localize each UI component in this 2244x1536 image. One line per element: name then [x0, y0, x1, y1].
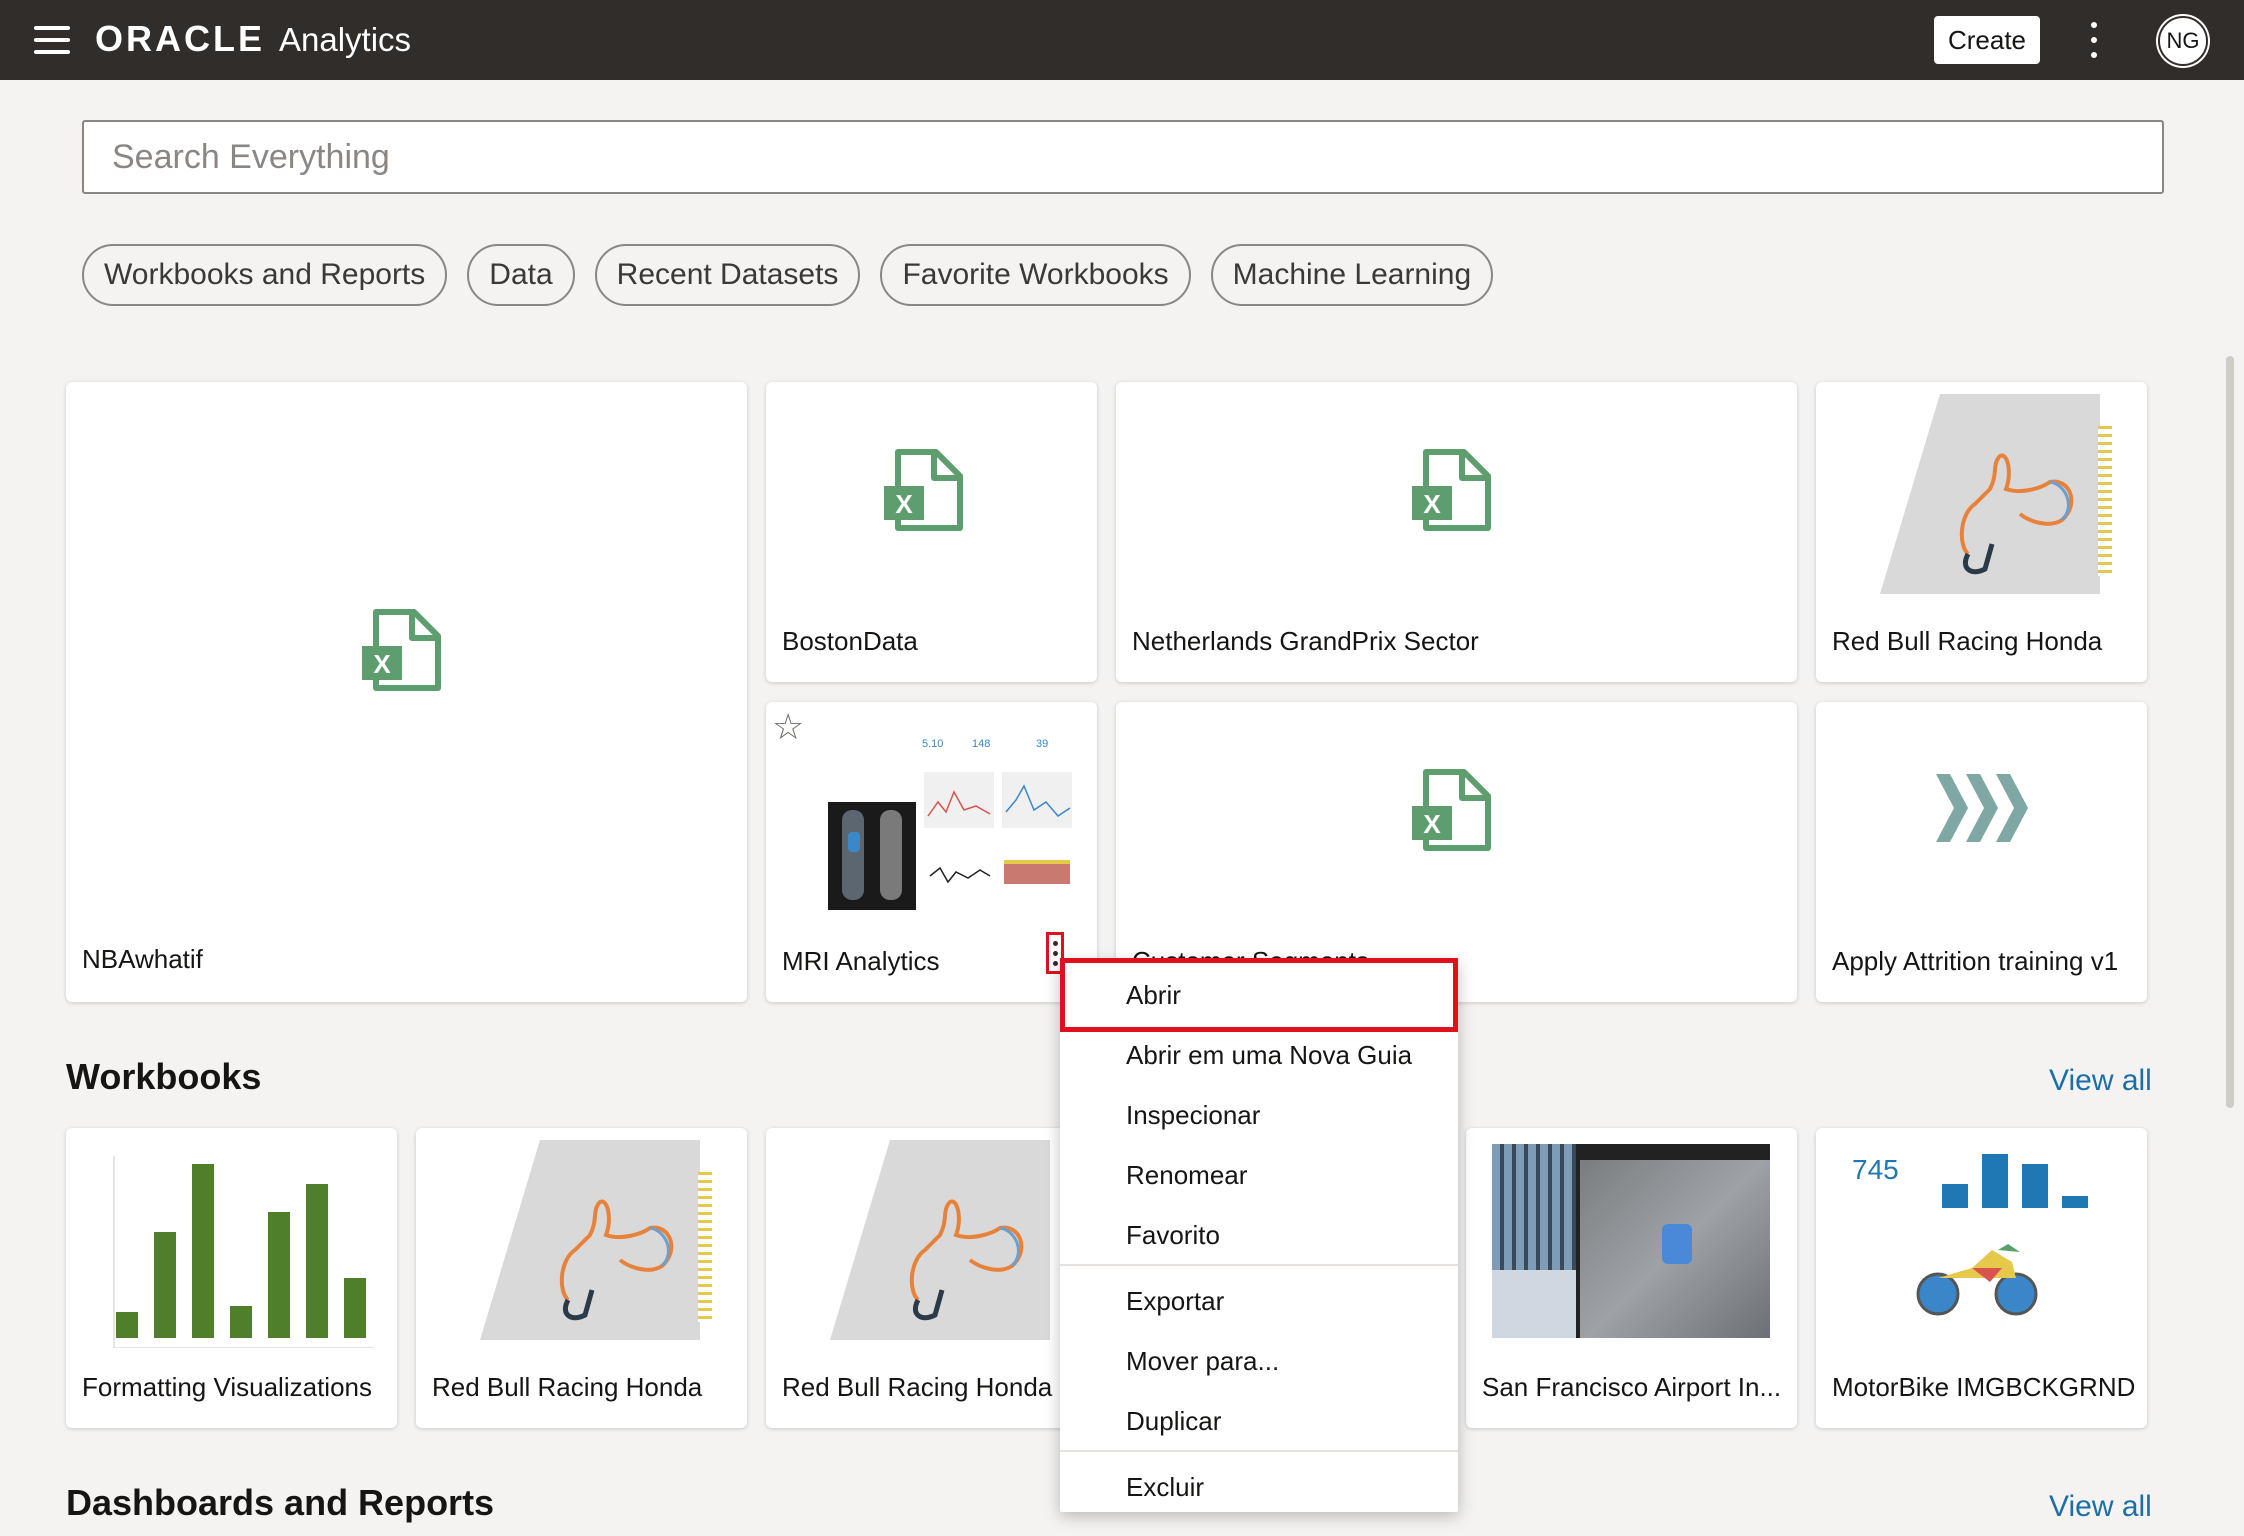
motorbike-bar-chart [1942, 1154, 2088, 1208]
menu-separator [1060, 1450, 1458, 1452]
workbook-card-redbull-1[interactable]: Red Bull Racing Honda [416, 1128, 747, 1428]
chip-favorite-workbooks[interactable]: Favorite Workbooks [880, 244, 1191, 306]
motorbike-image [1916, 1244, 2038, 1316]
more-options-icon[interactable] [2084, 22, 2104, 58]
track-map-thumbnail [830, 1140, 1050, 1340]
legend-thumbnail [2098, 426, 2112, 576]
chevrons-right-icon [1936, 774, 2028, 842]
card-label: Red Bull Racing Honda [1832, 626, 2103, 656]
hamburger-menu-icon[interactable] [34, 26, 70, 54]
filter-chips: Workbooks and Reports Data Recent Datase… [82, 244, 1494, 306]
chip-machine-learning[interactable]: Machine Learning [1210, 244, 1494, 306]
workbook-card-formatting[interactable]: Formatting Visualizations [66, 1128, 397, 1428]
mri-kpi-2: 148 [972, 738, 991, 750]
menu-separator [1060, 1264, 1458, 1266]
workbook-card-redbull-2[interactable]: Red Bull Racing Honda [766, 1128, 1097, 1428]
menu-item-inspecionar[interactable]: Inspecionar [1060, 1086, 1458, 1144]
context-menu: Abrir Abrir em uma Nova Guia Inspecionar… [1060, 960, 1458, 1512]
highlight-box [1060, 958, 1458, 1032]
card-label: Formatting Visualizations [82, 1372, 372, 1402]
card-label: Apply Attrition training v1 [1832, 946, 2119, 976]
legend-thumbnail [698, 1172, 712, 1322]
brand[interactable]: ORACLE Analytics [95, 18, 411, 60]
menu-item-exportar[interactable]: Exportar [1060, 1272, 1458, 1330]
chip-data[interactable]: Data [467, 244, 575, 306]
user-avatar[interactable]: NG [2158, 16, 2208, 66]
card-redbull-racing[interactable]: Red Bull Racing Honda [1816, 382, 2147, 682]
card-nbawhatif[interactable]: NBAwhatif [66, 382, 747, 1002]
card-label: Red Bull Racing Honda [432, 1372, 703, 1402]
chip-workbooks-reports[interactable]: Workbooks and Reports [82, 244, 448, 306]
card-label: BostonData [782, 626, 918, 656]
menu-item-abrir-nova-guia[interactable]: Abrir em uma Nova Guia [1060, 1026, 1458, 1084]
card-bostondata[interactable]: BostonData [766, 382, 1097, 682]
airport-thumbnail [1492, 1144, 1770, 1338]
scrollbar[interactable] [2226, 356, 2234, 1108]
mri-kpi-1: 5.10 [922, 738, 944, 750]
card-label: MotorBike IMGBCKGRND [1832, 1372, 2136, 1402]
card-label: MRI Analytics [782, 946, 940, 976]
menu-item-renomear[interactable]: Renomear [1060, 1146, 1458, 1204]
excel-file-icon [1412, 768, 1492, 852]
card-label: Netherlands GrandPrix Sector [1132, 626, 1479, 656]
mri-scan-image [828, 802, 916, 910]
track-map-thumbnail [480, 1140, 700, 1340]
chip-recent-datasets[interactable]: Recent Datasets [594, 244, 861, 306]
menu-item-mover-para[interactable]: Mover para... [1060, 1332, 1458, 1390]
card-apply-attrition[interactable]: Apply Attrition training v1 [1816, 702, 2147, 1002]
excel-file-icon [1412, 448, 1492, 532]
oracle-logo: ORACLE [95, 18, 265, 59]
top-bar: ORACLE Analytics Create NG [0, 0, 2244, 80]
track-map-thumbnail [1880, 394, 2100, 594]
star-icon[interactable]: ☆ [772, 706, 804, 748]
dashboards-title: Dashboards and Reports [66, 1482, 495, 1523]
workbooks-view-all-link[interactable]: View all [2049, 1064, 2152, 1098]
mri-kpi-3: 39 [1036, 738, 1049, 750]
search-input[interactable] [84, 122, 2162, 192]
workbook-card-sf-airport[interactable]: San Francisco Airport In... [1466, 1128, 1797, 1428]
excel-file-icon [884, 448, 964, 532]
card-customer-segments[interactable]: Customer Segments [1116, 702, 1797, 1002]
workbooks-title: Workbooks [66, 1056, 262, 1097]
workbook-card-motorbike[interactable]: 745 MotorBike IMGBCKGRND [1816, 1128, 2147, 1428]
product-name: Analytics [279, 21, 412, 58]
menu-item-favorito[interactable]: Favorito [1060, 1206, 1458, 1264]
dashboards-view-all-link[interactable]: View all [2049, 1490, 2152, 1524]
bar-chart-thumbnail [113, 1156, 374, 1348]
card-label: San Francisco Airport In... [1482, 1372, 1782, 1402]
card-netherlands-grandprix[interactable]: Netherlands GrandPrix Sector [1116, 382, 1797, 682]
menu-item-excluir[interactable]: Excluir [1060, 1458, 1458, 1516]
card-label: NBAwhatif [82, 944, 203, 974]
create-button[interactable]: Create [1934, 16, 2040, 64]
menu-item-duplicar[interactable]: Duplicar [1060, 1392, 1458, 1450]
mri-charts-thumbnail [924, 772, 1072, 884]
excel-file-icon [362, 608, 442, 692]
search-box [82, 120, 2164, 194]
motorbike-kpi: 745 [1852, 1154, 1899, 1185]
card-label: Red Bull Racing Honda [782, 1372, 1053, 1402]
